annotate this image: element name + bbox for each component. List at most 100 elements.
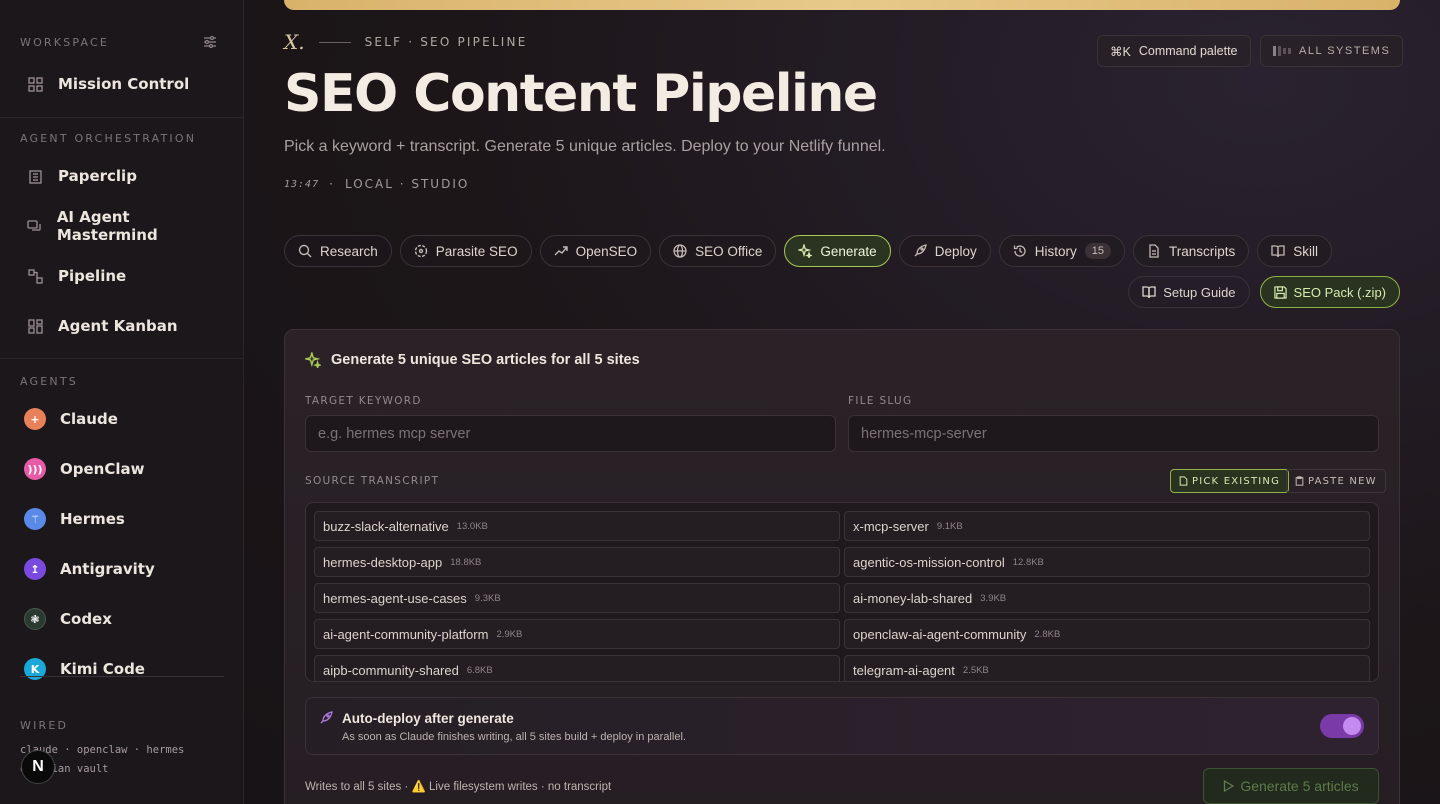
tab-label: History [1034,243,1077,259]
search-icon [298,244,312,258]
file-slug-input[interactable] [848,415,1379,452]
pick-existing-label: PICK EXISTING [1192,475,1281,487]
meta-line: 13:47 · LOCAL · STUDIO [284,177,469,191]
seo-pack-download-button[interactable]: SEO Pack (.zip) [1259,276,1400,308]
tab-openseo[interactable]: OpenSEO [539,235,652,267]
sliders-icon[interactable] [203,35,217,54]
main-content: X. SELF · SEO PIPELINE SEO Content Pipel… [244,0,1440,804]
play-icon [1224,780,1235,792]
document-icon [1149,244,1159,258]
sidebar-agent-hermes[interactable]: ⚚ Hermes [20,501,224,537]
history-count-badge: 15 [1084,243,1111,259]
pipeline-icon [26,267,44,285]
tab-generate[interactable]: Generate [784,235,891,267]
setup-guide-button[interactable]: Setup Guide [1128,276,1250,308]
sidebar-item-label: OpenClaw [60,460,145,478]
clipboard-icon [1295,476,1304,486]
book-icon [1271,245,1285,258]
generate-articles-button[interactable]: Generate 5 articles [1203,768,1379,804]
sidebar-agent-claude[interactable]: + Claude [20,401,224,437]
meta-separator: · [329,177,335,191]
trend-icon [554,246,568,256]
sidebar-item-label: Agent Kanban [58,317,178,335]
write-status-note: Writes to all 5 sites · ⚠️ Live filesyst… [305,781,612,793]
tab-parasite-seo[interactable]: Parasite SEO [399,235,532,267]
transcript-size: 9.1KB [936,520,963,532]
paste-new-button[interactable]: PASTE NEW [1286,469,1386,493]
transcript-size: 9.3KB [474,592,501,604]
panel-heading-text: Generate 5 unique SEO articles for all 5… [331,352,640,368]
page-subtitle: Pick a keyword + transcript. Generate 5 … [284,138,886,155]
toggle-knob [1343,717,1361,735]
transcript-name: ai-money-lab-shared [853,590,973,606]
tab-skill[interactable]: Skill [1257,235,1333,267]
tab-research[interactable]: Research [284,235,392,267]
tab-transcripts[interactable]: Transcripts [1133,235,1250,267]
tab-seo-office[interactable]: SEO Office [659,235,777,267]
transcript-item[interactable]: buzz-slack-alternative 13.0KB [314,511,840,541]
generate-articles-label: Generate 5 articles [1240,778,1359,794]
tab-label: Transcripts [1169,243,1236,259]
transcript-item[interactable]: aipb-community-shared 6.8KB [314,655,840,681]
clock-time: 13:47 [284,178,320,190]
section-agents: AGENTS [20,375,78,388]
openclaw-icon: ))) [24,458,46,480]
sidebar-item-label: Paperclip [58,167,137,185]
transcript-size: 18.8KB [450,556,482,568]
paste-new-label: PASTE NEW [1308,475,1377,487]
tab-label: OpenSEO [575,243,638,259]
sidebar-item-agent-kanban[interactable]: Agent Kanban [20,308,224,344]
transcript-item[interactable]: agentic-os-mission-control 12.8KB [844,547,1370,577]
globe-icon [673,244,687,258]
grid-icon [26,75,44,93]
save-icon [1273,285,1287,299]
target-icon [414,244,427,258]
setup-guide-label: Setup Guide [1163,284,1236,300]
transcript-size: 12.8KB [1012,556,1044,568]
tab-deploy[interactable]: Deploy [898,235,991,267]
sidebar-scroll-divider [20,676,224,677]
sidebar-item-mission-control[interactable]: Mission Control [20,66,224,102]
sidebar-item-label: Pipeline [58,267,127,285]
sidebar-item-label: Mission Control [58,75,190,93]
document-icon [1179,476,1188,486]
tab-label: Parasite SEO [435,243,518,259]
all-systems-button[interactable]: ALL SYSTEMS [1260,35,1404,67]
kanban-icon [26,317,44,335]
transcript-grid: buzz-slack-alternative 13.0KB x-mcp-serve… [314,511,1370,681]
transcript-item[interactable]: ai-agent-community-platform 2.9KB [314,619,840,649]
tab-history[interactable]: History 15 [998,235,1125,267]
transcript-size: 2.5KB [962,664,989,676]
sidebar-agent-kimi-code[interactable]: K Kimi Code [20,651,224,687]
shortcut-label: ⌘K [1110,44,1131,59]
book-icon [1142,286,1156,299]
pick-existing-button[interactable]: PICK EXISTING [1170,469,1290,493]
avatar[interactable]: N [21,750,55,784]
transcript-item[interactable]: hermes-agent-use-cases 9.3KB [314,583,840,613]
transcript-item[interactable]: x-mcp-server 9.1KB [844,511,1370,541]
sidebar-agent-openclaw[interactable]: ))) OpenClaw [20,451,224,487]
transcript-item[interactable]: telegram-ai-agent 2.5KB [844,655,1370,681]
auto-deploy-toggle[interactable] [1320,714,1364,738]
transcript-item[interactable]: openclaw-ai-agent-community 2.8KB [844,619,1370,649]
transcript-name: buzz-slack-alternative [323,518,449,534]
transcript-list: buzz-slack-alternative 13.0KB x-mcp-serve… [305,502,1379,682]
transcript-item[interactable]: hermes-desktop-app 18.8KB [314,547,840,577]
sidebar-item-ai-agent-mastermind[interactable]: AI Agent Mastermind [20,208,224,244]
command-palette-button[interactable]: ⌘K Command palette [1097,35,1251,67]
transcript-name: hermes-agent-use-cases [323,590,467,606]
claude-icon: + [24,408,46,430]
transcript-item[interactable]: ai-money-lab-shared 3.9KB [844,583,1370,613]
target-keyword-input[interactable] [305,415,836,452]
sidebar-agent-antigravity[interactable]: ↥ Antigravity [20,551,224,587]
tab-label: Generate [820,243,877,259]
sidebar-item-label: AI Agent Mastermind [56,208,158,244]
sidebar-agent-codex[interactable]: ❃ Codex [20,601,224,637]
transcript-name: hermes-desktop-app [323,554,443,570]
generate-panel: Generate 5 unique SEO articles for all 5… [284,329,1400,804]
auto-deploy-title: Auto-deploy after generate [342,711,514,726]
tab-label: Deploy [934,243,977,259]
sidebar-item-paperclip[interactable]: Paperclip [20,158,224,194]
sidebar-item-pipeline[interactable]: Pipeline [20,258,224,294]
transcript-name: openclaw-ai-agent-community [853,626,1027,642]
